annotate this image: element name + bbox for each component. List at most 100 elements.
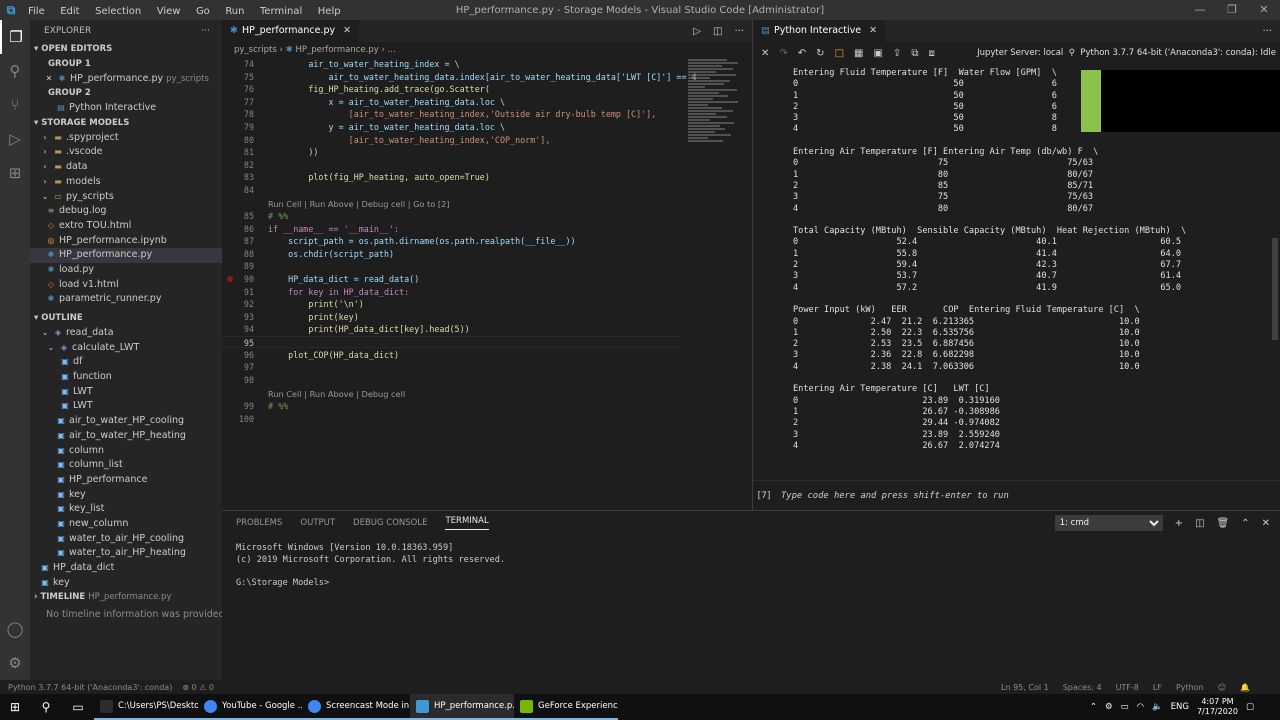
close-panel-icon[interactable]: ✕: [1262, 518, 1270, 529]
tray-overflow-icon[interactable]: ⌃: [1090, 702, 1097, 712]
minimize-icon[interactable]: —: [1184, 0, 1216, 20]
outline-item[interactable]: ▣ HP_performance: [30, 473, 222, 488]
notifications-icon[interactable]: ▢: [1246, 702, 1254, 712]
outline-item[interactable]: ▣ df: [30, 355, 222, 370]
interactive-input[interactable]: [7] Type code here and press shift-enter…: [753, 480, 1280, 510]
minimap[interactable]: [688, 58, 744, 208]
code-lens-run-cell[interactable]: Run Cell | Run Above | Debug cell: [268, 388, 405, 400]
tab-output[interactable]: OUTPUT: [300, 518, 335, 528]
scrollbar-thumb[interactable]: [1272, 238, 1278, 340]
outline-item[interactable]: ▣ LWT: [30, 385, 222, 400]
outline-section[interactable]: ▾ OUTLINE: [30, 311, 222, 326]
close-tab-icon[interactable]: ✕: [869, 20, 877, 42]
menu-run[interactable]: Run: [225, 6, 244, 17]
tree-file-debug-log[interactable]: ≡ debug.log: [30, 204, 222, 219]
open-editor-hp-performance[interactable]: ✕ ✱ HP_performance.py py_scripts: [30, 72, 222, 87]
encoding[interactable]: UTF-8: [1116, 683, 1139, 692]
menu-file[interactable]: File: [28, 6, 45, 17]
open-editor-python-interactive[interactable]: ▤ Python Interactive: [30, 101, 222, 116]
variables-icon[interactable]: ▦: [854, 48, 863, 59]
new-terminal-icon[interactable]: +: [1175, 518, 1183, 529]
outline-item[interactable]: ▣ air_to_water_HP_heating: [30, 429, 222, 444]
tab-terminal[interactable]: TERMINAL: [445, 516, 489, 530]
outline-item[interactable]: ⌄ ◈ calculate_LWT: [30, 341, 222, 356]
outline-item[interactable]: ▣ key_list: [30, 502, 222, 517]
notifications-icon[interactable]: 🔔: [1240, 683, 1250, 692]
undo-icon[interactable]: ↶: [798, 48, 806, 59]
menu-selection[interactable]: Selection: [95, 6, 141, 17]
indentation[interactable]: Spaces: 4: [1063, 683, 1102, 692]
clock[interactable]: 4:07 PM 7/17/2020: [1197, 697, 1238, 717]
tree-folder-spyproject[interactable]: › ▬ .spyproject: [30, 131, 222, 146]
outline-item[interactable]: ▣ LWT: [30, 399, 222, 414]
outline-item[interactable]: ▣ key: [30, 488, 222, 503]
account-icon[interactable]: ◯: [0, 612, 30, 646]
code-lens-run-cell[interactable]: Run Cell | Run Above | Debug cell | Go t…: [268, 198, 449, 210]
menu-go[interactable]: Go: [196, 6, 210, 17]
outline-item[interactable]: ▣ air_to_water_HP_cooling: [30, 414, 222, 429]
expand-all-icon[interactable]: ⧉: [911, 48, 918, 59]
jupyter-server-status[interactable]: Jupyter Server: local: [977, 48, 1063, 58]
tab-python-interactive[interactable]: ▤ Python Interactive ✕: [753, 20, 886, 42]
maximize-panel-icon[interactable]: ⌃: [1241, 518, 1249, 529]
storage-models-section[interactable]: ▾ STORAGE MODELS: [30, 116, 222, 131]
input-placeholder[interactable]: Type code here and press shift-enter to …: [781, 491, 1009, 501]
kernel-status[interactable]: Python 3.7.7 64-bit ('Anaconda3': conda)…: [1080, 48, 1276, 58]
menu-help[interactable]: Help: [318, 6, 341, 17]
language-mode[interactable]: Python: [1176, 683, 1204, 692]
close-window-icon[interactable]: ✕: [1248, 0, 1280, 20]
source-control-icon[interactable]: ⑂: [0, 88, 30, 122]
tab-debug-console[interactable]: DEBUG CONSOLE: [353, 518, 427, 528]
tree-file-load-py[interactable]: ✱ load.py: [30, 263, 222, 278]
tree-file-hp-performance-py[interactable]: ✱ HP_performance.py: [30, 248, 222, 263]
timeline-section[interactable]: › TIMELINE HP_performance.py: [30, 590, 222, 605]
tray-app-icon[interactable]: ⚙: [1105, 702, 1113, 712]
redo-icon[interactable]: ↷: [779, 48, 787, 59]
taskbar-app-youtube[interactable]: YouTube - Google ...: [198, 694, 302, 720]
tree-folder-data[interactable]: › ▬ data: [30, 160, 222, 175]
outline-item[interactable]: ▣ HP_data_dict: [30, 561, 222, 576]
breakpoint-icon[interactable]: [227, 276, 233, 282]
split-editor-icon[interactable]: ◫: [713, 26, 722, 37]
outline-item[interactable]: ▣ column_list: [30, 458, 222, 473]
outline-item[interactable]: ⌄ ◈ read_data: [30, 326, 222, 341]
tree-file-parametric-runner-py[interactable]: ✱ parametric_runner.py: [30, 292, 222, 307]
tab-hp-performance-py[interactable]: ✱ HP_performance.py ✕: [222, 20, 360, 42]
taskbar-app-geforce[interactable]: GeForce Experience: [514, 694, 618, 720]
tree-file-extro-tou-html[interactable]: ◇ extro TOU.html: [30, 219, 222, 234]
outline-item[interactable]: ▣ water_to_air_HP_heating: [30, 546, 222, 561]
menu-edit[interactable]: Edit: [60, 6, 79, 17]
save-icon[interactable]: ▣: [873, 48, 882, 59]
windows-start-icon[interactable]: ⊞: [0, 694, 30, 720]
outline-item[interactable]: ▣ key: [30, 576, 222, 591]
run-file-icon[interactable]: ▷: [693, 26, 701, 37]
taskbar-app-screencast[interactable]: Screencast Mode in...: [302, 694, 410, 720]
tree-file-hp-performance-ipynb[interactable]: ◎ HP_performance.ipynb: [30, 234, 222, 249]
feedback-icon[interactable]: ☺: [1218, 683, 1226, 692]
outline-item[interactable]: ▣ new_column: [30, 517, 222, 532]
export-icon[interactable]: ⇪: [893, 48, 901, 59]
task-view-icon[interactable]: ▭: [62, 694, 94, 720]
restart-kernel-icon[interactable]: ↻: [816, 48, 824, 59]
network-icon[interactable]: ◠: [1137, 702, 1144, 712]
open-editors-section[interactable]: ▾ OPEN EDITORS: [30, 42, 222, 57]
tree-file-load-v1-html[interactable]: ◇ load v1.html: [30, 278, 222, 293]
restore-icon[interactable]: ❐: [1216, 0, 1248, 20]
more-actions-icon[interactable]: ···: [1262, 26, 1272, 37]
keyboard-language[interactable]: ENG: [1171, 702, 1189, 712]
cursor-position[interactable]: Ln 95, Col 1: [1001, 683, 1049, 692]
breadcrumb-folder[interactable]: py_scripts: [234, 45, 277, 55]
tree-folder-py-scripts[interactable]: ⌄ ▭ py_scripts: [30, 190, 222, 205]
breadcrumb-file[interactable]: HP_performance.py: [295, 45, 378, 55]
taskbar-app-explorer[interactable]: C:\Users\PS\Deskto...: [94, 694, 198, 720]
collapse-all-icon[interactable]: ⧈: [928, 48, 934, 59]
more-actions-icon[interactable]: ···: [734, 26, 744, 37]
extensions-icon[interactable]: ⊞: [0, 156, 30, 190]
terminal-select[interactable]: 1: cmd: [1054, 515, 1163, 531]
menu-terminal[interactable]: Terminal: [260, 6, 302, 17]
close-tab-icon[interactable]: ✕: [343, 20, 351, 42]
run-debug-icon[interactable]: ▷: [0, 122, 30, 156]
clear-all-icon[interactable]: ✕: [761, 48, 769, 59]
explorer-icon[interactable]: ❐: [0, 20, 30, 54]
end-of-line[interactable]: LF: [1153, 683, 1162, 692]
